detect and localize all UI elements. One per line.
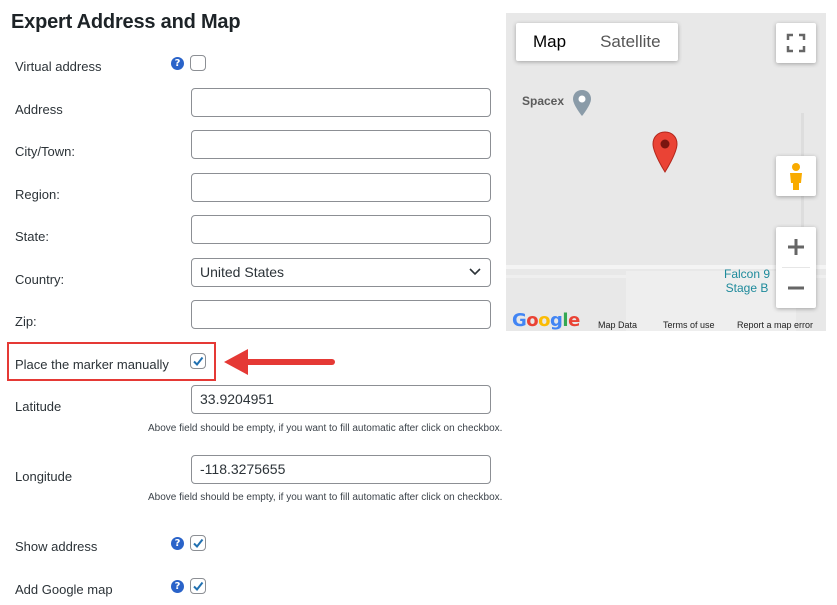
country-select-value: United States xyxy=(200,264,285,280)
region-label: Region: xyxy=(15,187,60,202)
city-input[interactable] xyxy=(191,130,491,159)
checkmark-icon xyxy=(193,581,204,592)
place-marker-checkbox[interactable] xyxy=(190,353,206,369)
poi-label: Spacex xyxy=(522,94,565,108)
longitude-hint: Above field should be empty, if you want… xyxy=(148,492,503,503)
zip-input[interactable] xyxy=(191,300,491,329)
zoom-out-icon[interactable] xyxy=(776,268,816,308)
street-view-button[interactable] xyxy=(776,156,816,196)
country-label: Country: xyxy=(15,272,65,287)
region-input[interactable] xyxy=(191,173,491,202)
checkmark-icon xyxy=(193,538,204,549)
help-icon[interactable]: ? xyxy=(171,537,184,550)
country-select[interactable]: United States xyxy=(191,258,491,287)
chevron-down-icon xyxy=(469,268,481,276)
show-address-label: Show address xyxy=(15,539,98,554)
falcon-label: Falcon 9 Stage B xyxy=(724,267,770,295)
tab-satellite[interactable]: Satellite xyxy=(583,23,677,61)
zoom-in-icon[interactable] xyxy=(776,227,816,267)
show-address-checkbox[interactable] xyxy=(190,535,206,551)
terms-of-use-link[interactable]: Terms of use xyxy=(663,320,715,330)
longitude-input[interactable]: -118.3275655 xyxy=(191,455,491,484)
poi-pin-icon[interactable] xyxy=(572,89,592,117)
page-title: Expert Address and Map xyxy=(11,11,241,33)
help-icon[interactable]: ? xyxy=(171,57,184,70)
city-label: City/Town: xyxy=(15,144,75,159)
arrow-annotation-icon xyxy=(224,349,335,375)
falcon-line2: Stage B xyxy=(725,281,769,295)
tab-map[interactable]: Map xyxy=(516,23,583,61)
checkmark-icon xyxy=(193,356,204,367)
state-label: State: xyxy=(15,229,49,244)
place-marker-label: Place the marker manually xyxy=(15,357,169,372)
latitude-input[interactable]: 33.9204951 xyxy=(191,385,491,414)
pegman-icon xyxy=(790,163,802,190)
fullscreen-button[interactable] xyxy=(776,23,816,63)
state-input[interactable] xyxy=(191,215,491,244)
google-logo: Google xyxy=(512,310,580,331)
longitude-label: Longitude xyxy=(15,469,73,484)
virtual-address-checkbox[interactable] xyxy=(190,55,206,71)
add-google-map-checkbox[interactable] xyxy=(190,578,206,594)
zip-label: Zip: xyxy=(15,314,37,329)
zoom-controls xyxy=(776,227,816,308)
add-google-map-label: Add Google map xyxy=(15,582,113,597)
help-icon[interactable]: ? xyxy=(171,580,184,593)
latitude-hint: Above field should be empty, if you want… xyxy=(148,423,503,434)
map-data-link[interactable]: Map Data xyxy=(598,320,637,330)
fullscreen-icon xyxy=(786,33,806,53)
virtual-address-label: Virtual address xyxy=(15,59,102,74)
report-map-error-link[interactable]: Report a map error xyxy=(737,320,813,330)
address-label: Address xyxy=(15,102,63,117)
falcon-line1: Falcon 9 xyxy=(724,267,771,281)
map-type-tabs: Map Satellite xyxy=(516,23,678,61)
map-marker-icon[interactable] xyxy=(652,131,678,173)
latitude-label: Latitude xyxy=(15,399,62,414)
address-input[interactable] xyxy=(191,88,491,117)
google-map[interactable]: Map Satellite Spacex Falcon 9 Stage B Go… xyxy=(506,13,826,331)
